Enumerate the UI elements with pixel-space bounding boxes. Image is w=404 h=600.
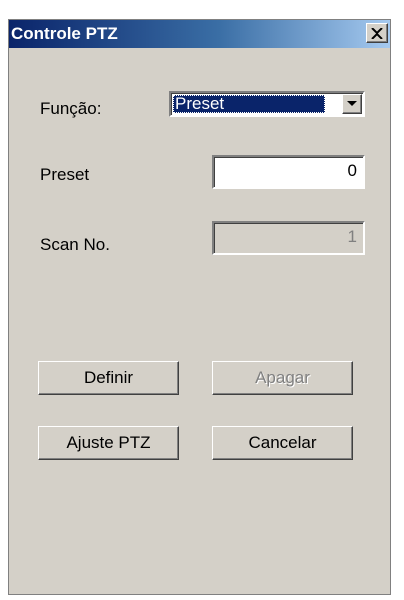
preset-input[interactable]: 0 xyxy=(212,155,365,189)
scan-no-input: 1 xyxy=(212,221,365,255)
scan-no-label: Scan No. xyxy=(40,235,110,254)
ptz-control-dialog: Controle PTZ Função: Preset Preset 0 Sca… xyxy=(8,19,391,595)
apagar-button: Apagar xyxy=(212,361,353,395)
funcao-selected-value: Preset xyxy=(173,95,325,113)
cancelar-button[interactable]: Cancelar xyxy=(212,426,353,460)
funcao-label: Função: xyxy=(40,99,102,118)
funcao-dropdown[interactable]: Preset xyxy=(169,91,365,117)
title-bar[interactable]: Controle PTZ xyxy=(9,20,390,48)
definir-button[interactable]: Definir xyxy=(38,361,179,395)
chevron-down-icon xyxy=(347,101,357,106)
preset-label: Preset xyxy=(40,165,90,184)
close-button[interactable] xyxy=(366,23,388,43)
window-title: Controle PTZ xyxy=(11,24,118,43)
ajuste-ptz-button[interactable]: Ajuste PTZ xyxy=(38,426,179,460)
funcao-dropdown-arrow[interactable] xyxy=(342,94,362,114)
close-icon xyxy=(371,27,383,39)
